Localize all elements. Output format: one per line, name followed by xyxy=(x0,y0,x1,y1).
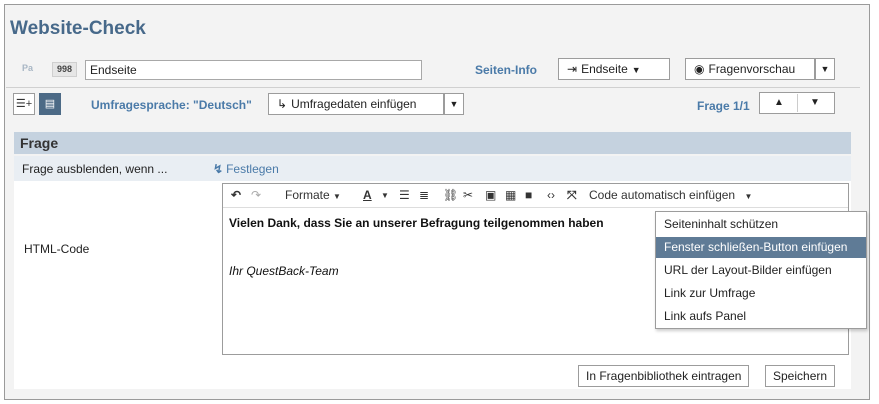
media-icon[interactable]: ▦ xyxy=(505,188,516,202)
thank-you-text: Vielen Dank, dass Sie an unserer Befragu… xyxy=(229,216,604,230)
page-name-input[interactable] xyxy=(85,60,422,80)
insert-arrow-icon: ↳ xyxy=(277,97,288,111)
page-number-badge: 998 xyxy=(52,62,78,77)
eye-icon: ◉ xyxy=(694,62,705,76)
menu-item-survey-link[interactable]: Link zur Umfrage xyxy=(656,283,866,304)
add-question-icon-button[interactable]: ☰+ xyxy=(13,93,35,115)
question-nav-group: ▲ ▼ xyxy=(759,92,835,114)
link-icon[interactable]: ⛓ xyxy=(443,188,458,202)
image-icon[interactable]: ▣ xyxy=(485,188,496,202)
layout-icon: ▤ xyxy=(44,98,56,110)
insert-survey-data-toggle[interactable]: ▼ xyxy=(444,93,464,115)
text-color-icon[interactable]: A xyxy=(363,188,372,202)
previous-question-icon[interactable]: ▲ xyxy=(774,93,784,113)
code-insert-menu: Seiteninhalt schützen Fenster schließen-… xyxy=(655,211,867,329)
next-question-icon[interactable]: ▼ xyxy=(810,93,820,113)
menu-item-panel-link[interactable]: Link aufs Panel xyxy=(656,306,866,327)
insert-survey-data-label: Umfragedaten einfügen xyxy=(291,97,417,111)
chevron-down-icon: ▼ xyxy=(631,65,641,75)
preview-options-toggle[interactable]: ▼ xyxy=(815,58,835,80)
preview-button[interactable]: ◉ Fragenvorschau xyxy=(685,58,815,80)
save-button[interactable]: Speichern xyxy=(765,365,836,387)
page-label: Pa xyxy=(22,63,34,73)
menu-item-protect-content[interactable]: Seiteninhalt schützen xyxy=(656,214,866,235)
bullet-list-icon[interactable]: ☰ xyxy=(399,188,410,202)
survey-language-label[interactable]: Umfragesprache: "Deutsch" xyxy=(91,98,252,112)
menu-item-layout-image-url[interactable]: URL der Layout-Bilder einfügen xyxy=(656,260,866,281)
html-code-label: HTML-Code xyxy=(24,242,90,256)
festlegen-label: Festlegen xyxy=(226,162,279,176)
insert-survey-data-button[interactable]: ↳ Umfragedaten einfügen xyxy=(268,93,444,115)
hide-condition-row: Frage ausblenden, wenn ... ↯ Festlegen xyxy=(14,156,851,181)
editor-toolbar: ↶ ↷ Formate ▼ A ▼ ☰ ≣ ⛓ ✂ ▣ ▦ ■ ‹› ⤧ Cod… xyxy=(223,184,848,208)
add-to-library-button[interactable]: In Fragenbibliothek eintragen xyxy=(578,365,750,387)
section-heading: Frage xyxy=(14,132,851,154)
page-title: Website-Check xyxy=(10,18,146,39)
numbered-list-icon[interactable]: ≣ xyxy=(419,188,429,202)
jump-button-label: Endseite xyxy=(581,62,628,76)
formats-dropdown[interactable]: Formate ▼ xyxy=(285,188,341,202)
fullscreen-icon[interactable]: ⤧ xyxy=(567,188,577,203)
seiten-info-link[interactable]: Seiten-Info xyxy=(475,63,537,77)
block-icon[interactable]: ■ xyxy=(525,188,532,202)
add-list-icon: ☰+ xyxy=(15,98,33,110)
layout-toggle-icon-button[interactable]: ▤ xyxy=(39,93,61,115)
chevron-down-icon: ▼ xyxy=(333,192,341,201)
chevron-down-icon[interactable]: ▼ xyxy=(381,191,389,200)
code-insert-dropdown[interactable]: Code automatisch einfügen ▼ xyxy=(589,188,752,202)
chevron-down-icon: ▼ xyxy=(449,99,459,109)
chevron-down-icon: ▼ xyxy=(820,64,830,74)
chevron-down-icon: ▼ xyxy=(744,192,753,201)
editor-content[interactable]: Vielen Dank, dass Sie an unserer Befragu… xyxy=(229,216,604,278)
code-insert-label: Code automatisch einfügen xyxy=(589,188,736,202)
source-code-icon[interactable]: ‹› xyxy=(547,188,555,202)
formats-label: Formate xyxy=(285,188,330,202)
menu-item-close-window-button[interactable]: Fenster schließen-Button einfügen xyxy=(656,237,866,258)
festlegen-link[interactable]: ↯ Festlegen xyxy=(213,162,279,176)
unlink-icon[interactable]: ✂ xyxy=(463,188,473,202)
redo-icon[interactable]: ↷ xyxy=(251,188,261,202)
divider xyxy=(6,87,860,88)
jump-to-page-dropdown[interactable]: ⇥ Endseite ▼ xyxy=(558,58,670,80)
undo-icon[interactable]: ↶ xyxy=(231,188,241,202)
signature-text: Ihr QuestBack-Team xyxy=(229,264,339,278)
branch-icon: ↯ xyxy=(213,162,224,176)
hide-condition-label: Frage ausblenden, wenn ... xyxy=(22,162,168,176)
question-counter: Frage 1/1 xyxy=(697,99,750,113)
preview-button-label: Fragenvorschau xyxy=(708,62,796,76)
page-jump-icon: ⇥ xyxy=(567,62,578,76)
divider xyxy=(797,94,798,112)
